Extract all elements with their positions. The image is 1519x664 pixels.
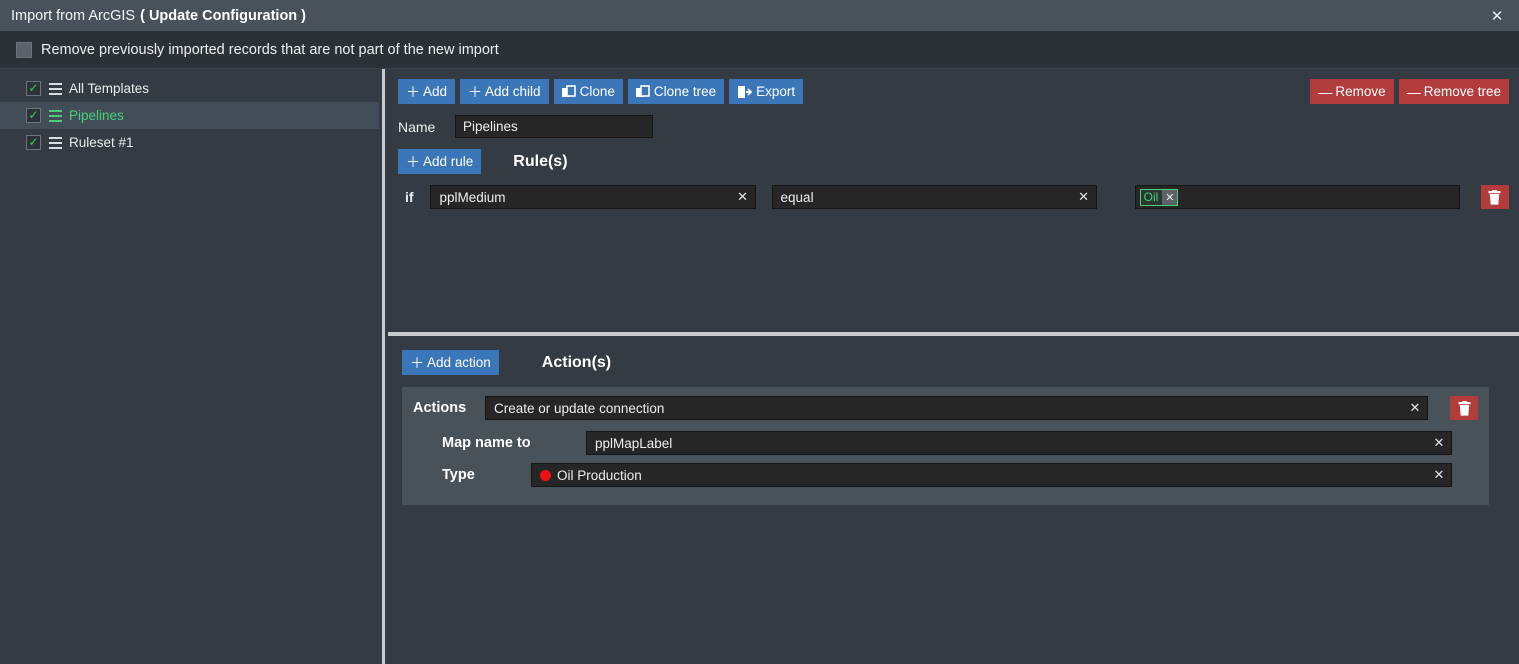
rule-value-select[interactable]: Oil ✕ [1134, 185, 1460, 209]
add-action-button[interactable]: ＋ Add action [402, 350, 499, 375]
plus-icon: ＋ [468, 83, 483, 100]
rule-field-select[interactable]: pplMedium ✕ [430, 185, 756, 209]
tree-item-pipelines[interactable]: ✓ Pipelines [0, 102, 379, 129]
clear-icon[interactable]: ✕ [1072, 189, 1096, 205]
add-rule-button[interactable]: ＋ Add rule [398, 149, 482, 174]
map-name-to-value: pplMapLabel [595, 435, 673, 451]
template-tree: ✓ All Templates ✓ Pipelines ✓ Ruleset #1 [0, 69, 379, 664]
type-label: Type [442, 467, 475, 483]
actions-header: ＋ Add action Action(s) [402, 350, 1509, 375]
minus-icon: — [1318, 83, 1333, 100]
tree-item-ruleset-1[interactable]: ✓ Ruleset #1 [0, 129, 379, 156]
action-type-select[interactable]: Create or update connection ✕ [485, 396, 1428, 420]
trash-icon [1488, 189, 1501, 205]
checkmark-icon[interactable]: ✓ [26, 81, 41, 96]
name-row: Name Pipelines [398, 115, 1509, 138]
actions-label: Actions [413, 400, 467, 416]
add-button[interactable]: ＋ Add [398, 79, 456, 104]
rule-row: if pplMedium ✕ equal ✕ Oil ✕ [398, 185, 1509, 209]
type-select[interactable]: Oil Production ✕ [531, 463, 1452, 487]
clone-icon [561, 84, 576, 99]
export-button[interactable]: Export [729, 79, 804, 104]
remove-previous-checkbox[interactable] [16, 41, 32, 58]
export-button-label: Export [756, 84, 796, 99]
clear-icon[interactable]: ✕ [731, 189, 755, 205]
clone-tree-button[interactable]: Clone tree [627, 79, 725, 104]
main-body: ✓ All Templates ✓ Pipelines ✓ Ruleset #1… [0, 69, 1519, 664]
action-param-map-name-to: Map name to pplMapLabel ✕ [428, 431, 1478, 455]
plus-icon: ＋ [406, 83, 420, 100]
rules-section-title: Rule(s) [513, 152, 568, 170]
clear-icon[interactable]: ✕ [1427, 467, 1451, 483]
list-icon [49, 136, 62, 149]
tree-item-all-templates[interactable]: ✓ All Templates [0, 75, 379, 102]
vertical-splitter[interactable] [379, 69, 388, 664]
type-value: Oil Production [557, 467, 642, 483]
tree-toolbar: ＋ Add ＋ Add child Clone Clone tree Expor… [398, 79, 1509, 104]
action-param-type: Type Oil Production ✕ [428, 463, 1478, 487]
add-action-button-label: Add action [427, 355, 491, 370]
trash-icon [1458, 400, 1470, 416]
add-child-button-label: Add child [485, 84, 541, 99]
checkmark-icon[interactable]: ✓ [26, 135, 41, 150]
window-subtitle: ( Update Configuration ) [140, 7, 307, 24]
minus-icon: — [1406, 83, 1421, 100]
editor-panel: ＋ Add ＋ Add child Clone Clone tree Expor… [388, 69, 1519, 664]
action-parameters: Map name to pplMapLabel ✕ Type Oil Produ… [428, 431, 1478, 494]
rule-operator-value: equal [780, 189, 814, 205]
remove-tree-button[interactable]: — Remove tree [1398, 79, 1509, 104]
remove-button[interactable]: — Remove [1310, 79, 1394, 104]
remove-tree-button-label: Remove tree [1423, 84, 1501, 99]
window-titlebar: Import from ArcGIS ( Update Configuratio… [0, 0, 1519, 31]
map-name-to-label: Map name to [442, 435, 531, 451]
actions-pane: ＋ Add action Action(s) Actions Create or… [388, 336, 1519, 664]
map-name-to-select[interactable]: pplMapLabel ✕ [586, 431, 1452, 455]
close-icon[interactable]: ✕ [1483, 0, 1511, 31]
rules-pane: ＋ Add ＋ Add child Clone Clone tree Expor… [388, 69, 1519, 324]
add-button-label: Add [423, 84, 448, 99]
name-input[interactable]: Pipelines [455, 115, 653, 138]
plus-icon: ＋ [410, 354, 424, 371]
rules-header: ＋ Add rule Rule(s) [398, 149, 1509, 174]
clone-tree-button-label: Clone tree [653, 84, 717, 99]
status-dot-icon [540, 469, 551, 481]
remove-previous-label: Remove previously imported records that … [41, 41, 499, 58]
tree-item-label: All Templates [69, 81, 150, 96]
actions-section-title: Action(s) [541, 353, 612, 371]
options-bar: Remove previously imported records that … [0, 31, 1519, 69]
value-chip-label: Oil [1143, 190, 1159, 204]
add-child-button[interactable]: ＋ Add child [460, 79, 549, 104]
list-icon [49, 109, 62, 122]
plus-icon: ＋ [406, 153, 420, 170]
list-icon [49, 82, 62, 95]
clear-icon[interactable]: ✕ [1427, 435, 1451, 451]
value-chip[interactable]: Oil ✕ [1139, 188, 1179, 206]
name-input-value: Pipelines [463, 119, 518, 134]
export-icon [737, 85, 753, 99]
clone-tree-icon [635, 84, 650, 99]
tree-item-label: Pipelines [69, 108, 124, 123]
remove-button-label: Remove [1335, 84, 1386, 99]
rule-field-value: pplMedium [439, 189, 506, 205]
rule-operator-select[interactable]: equal ✕ [771, 185, 1097, 209]
rule-prefix-label: if [405, 189, 414, 205]
chip-remove-icon[interactable]: ✕ [1162, 189, 1178, 205]
delete-action-button[interactable] [1450, 396, 1478, 420]
add-rule-button-label: Add rule [423, 154, 474, 169]
action-type-value: Create or update connection [494, 400, 665, 416]
action-card: Actions Create or update connection ✕ Ma… [402, 387, 1489, 505]
checkmark-icon[interactable]: ✓ [26, 108, 41, 123]
window-title: Import from ArcGIS [11, 7, 136, 24]
destructive-toolbar: — Remove — Remove tree [1305, 79, 1509, 104]
action-card-header: Actions Create or update connection ✕ [413, 396, 1478, 420]
name-label: Name [398, 118, 436, 135]
clone-button[interactable]: Clone [553, 79, 623, 104]
delete-rule-button[interactable] [1480, 185, 1509, 209]
clear-icon[interactable]: ✕ [1403, 400, 1427, 416]
clone-button-label: Clone [579, 84, 615, 99]
tree-item-label: Ruleset #1 [69, 135, 134, 150]
